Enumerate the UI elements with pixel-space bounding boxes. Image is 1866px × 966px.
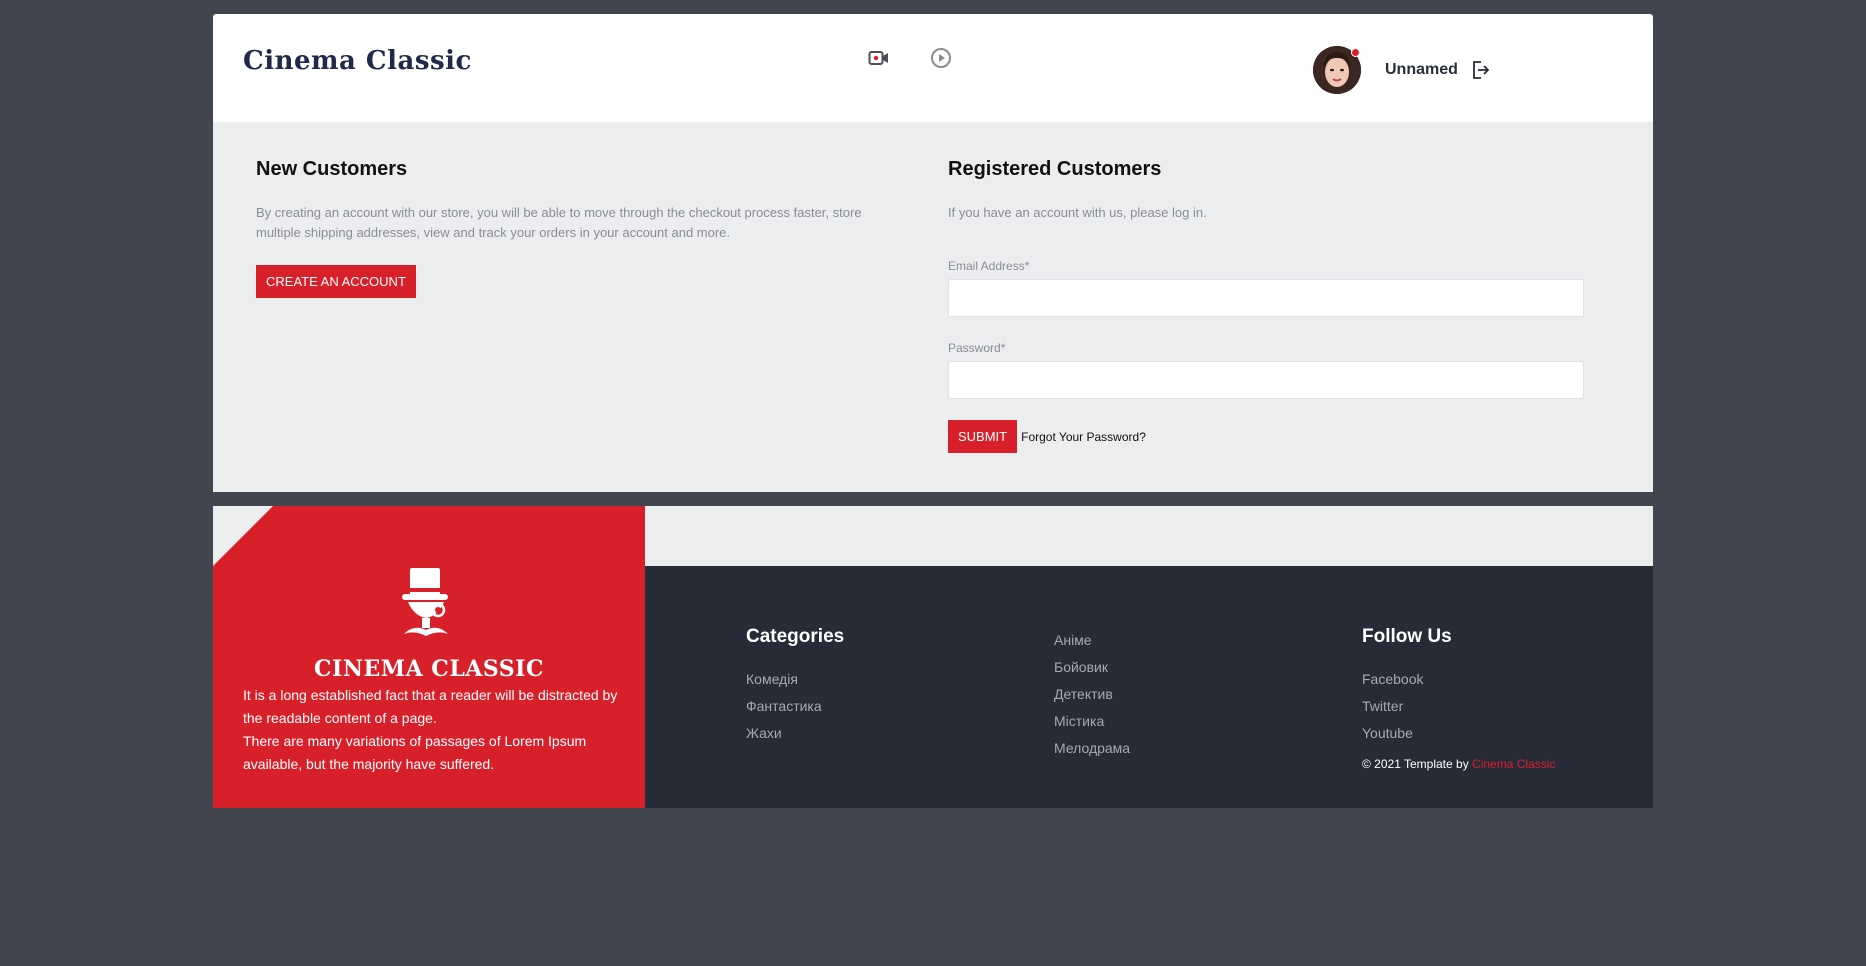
- category-link[interactable]: Жахи: [746, 720, 844, 747]
- footer-brand-name: CINEMA CLASSIC: [314, 656, 544, 682]
- footer-brand-text: It is a long established fact that a rea…: [243, 684, 623, 776]
- new-customers-panel: New Customers By creating an account wit…: [256, 158, 896, 298]
- categories-column: Categories Комедія Фантастика Жахи: [746, 626, 844, 747]
- registered-customers-title: Registered Customers: [948, 158, 1162, 180]
- category-link[interactable]: Мелодрама: [1054, 735, 1130, 762]
- notification-dot: [1351, 48, 1360, 57]
- user-name[interactable]: Unnamed: [1385, 61, 1458, 79]
- social-link-youtube[interactable]: Youtube: [1362, 720, 1555, 747]
- site-header: Cinema Classic Unnamed: [213, 14, 1653, 122]
- site-logo[interactable]: Cinema Classic: [243, 46, 472, 76]
- page: Cinema Classic Unnamed New Customers By …: [213, 14, 1653, 808]
- categories-column-2: Аніме Бойовик Детектив Містика Мелодрама: [1054, 627, 1130, 762]
- email-field[interactable]: [948, 279, 1584, 317]
- new-customers-title: New Customers: [256, 158, 408, 180]
- play-circle-icon[interactable]: [929, 46, 953, 70]
- new-customers-text: By creating an account with our store, y…: [256, 205, 862, 240]
- registered-customers-panel: Registered Customers If you have an acco…: [948, 158, 1588, 453]
- follow-us-title: Follow Us: [1362, 626, 1452, 647]
- category-link[interactable]: Містика: [1054, 708, 1130, 735]
- submit-button[interactable]: SUBMIT: [948, 420, 1018, 453]
- category-link[interactable]: Бойовик: [1054, 654, 1130, 681]
- video-camera-icon[interactable]: [867, 46, 891, 70]
- password-field[interactable]: [948, 361, 1584, 399]
- category-link[interactable]: Комедія: [746, 666, 844, 693]
- footer-brand-text-1: It is a long established fact that a rea…: [243, 687, 618, 726]
- category-link[interactable]: Детектив: [1054, 681, 1130, 708]
- logout-icon[interactable]: [1469, 59, 1491, 81]
- email-label: Email Address*: [948, 259, 1030, 273]
- social-link-twitter[interactable]: Twitter: [1362, 693, 1555, 720]
- forgot-password-link[interactable]: Forgot Your Password?: [1021, 430, 1146, 444]
- registered-customers-text: If you have an account with us, please l…: [948, 205, 1207, 220]
- site-footer: CINEMA CLASSIC It is a long established …: [213, 506, 1653, 808]
- password-label: Password*: [948, 341, 1006, 355]
- follow-us-column: Follow Us Facebook Twitter Youtube © 202…: [1362, 626, 1555, 771]
- create-account-button[interactable]: CREATE AN ACCOUNT: [256, 265, 416, 298]
- footer-brand-text-2: There are many variations of passages of…: [243, 733, 587, 772]
- copyright-link[interactable]: Cinema Classic: [1472, 757, 1555, 771]
- social-link-facebook[interactable]: Facebook: [1362, 666, 1555, 693]
- categories-title: Categories: [746, 626, 845, 647]
- top-hat-mustache-logo-icon: [400, 566, 456, 650]
- avatar[interactable]: [1313, 46, 1361, 94]
- copyright-prefix: © 2021 Template by: [1362, 757, 1473, 771]
- submit-row: SUBMIT Forgot Your Password?: [948, 420, 1588, 453]
- login-section: New Customers By creating an account wit…: [213, 122, 1653, 492]
- copyright: © 2021 Template by Cinema Classic: [1362, 757, 1555, 771]
- category-link[interactable]: Фантастика: [746, 693, 844, 720]
- category-link[interactable]: Аніме: [1054, 627, 1130, 654]
